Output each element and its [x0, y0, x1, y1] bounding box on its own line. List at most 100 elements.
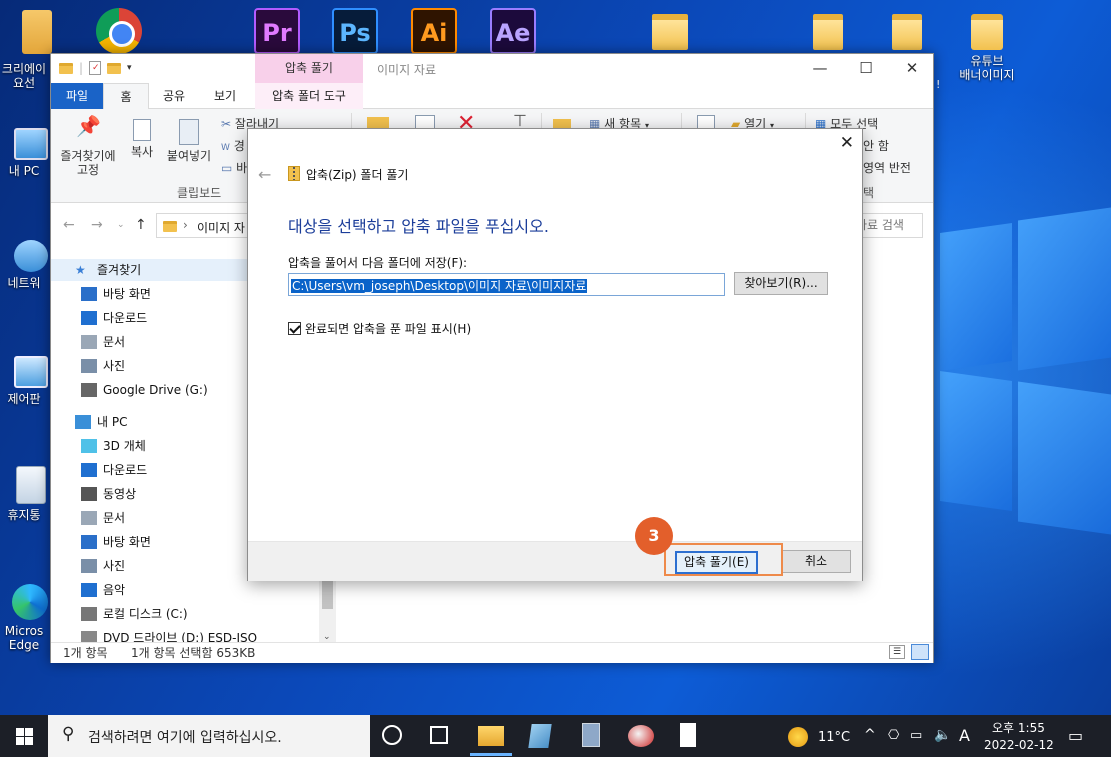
clipboard-group-label: 클립보드	[177, 186, 222, 200]
close-icon[interactable]: ✕	[840, 133, 854, 153]
paste-button[interactable]: 붙여넣기	[163, 119, 215, 163]
nav-item-label: 다운로드	[103, 311, 148, 325]
recent-chevron-icon[interactable]: ⌄	[117, 220, 125, 230]
3d-objects-icon	[81, 439, 97, 453]
tab-compressed-folder-tools[interactable]: 압축 폴더 도구	[255, 83, 363, 109]
desktop-icon-edge[interactable]: Micros Edge	[0, 584, 54, 652]
large-icons-view-icon[interactable]	[911, 644, 929, 660]
cancel-button[interactable]: 취소	[781, 550, 851, 573]
copy-icon	[133, 119, 151, 141]
recycle-bin-icon	[16, 466, 46, 504]
desktop-icon-recycle-bin[interactable]: 휴지통	[0, 466, 54, 522]
details-view-icon[interactable]: ☰	[889, 645, 905, 659]
dialog-heading: 대상을 선택하고 압축 파일을 푸십시오.	[288, 217, 549, 236]
disk-icon	[81, 607, 97, 621]
folder-icon	[971, 14, 1003, 50]
folder-icon[interactable]	[813, 14, 843, 50]
input-method-indicator[interactable]: A	[959, 726, 970, 745]
folder-icon[interactable]	[892, 14, 922, 50]
meet-now-icon[interactable]: ⎔	[888, 728, 899, 743]
properties-icon[interactable]: ✓	[89, 61, 102, 75]
computer-icon	[75, 415, 91, 429]
scroll-down-icon[interactable]: ⌄	[323, 632, 331, 642]
desktop-icon-youtube-banner[interactable]: 유튜브 배너이미지	[947, 14, 1027, 82]
extract-dialog: ✕ ← 압축(Zip) 폴더 풀기 대상을 선택하고 압축 파일을 푸십시오. …	[247, 128, 863, 581]
tab-view[interactable]: 보기	[201, 83, 249, 109]
after-effects-icon[interactable]: Ae	[490, 8, 536, 54]
notepad-taskbar-icon[interactable]	[528, 724, 552, 748]
weather-temperature[interactable]: 11°C	[818, 730, 850, 745]
volume-icon[interactable]: 🔈	[934, 727, 951, 743]
cortana-icon[interactable]	[382, 725, 402, 745]
nav-item-label: 다운로드	[103, 463, 148, 477]
task-view-icon[interactable]	[430, 726, 448, 744]
destination-path-input[interactable]: C:\Users\vm_joseph\Desktop\이미지 자료\이미지자료	[288, 273, 725, 296]
photoshop-icon[interactable]: Ps	[332, 8, 378, 54]
control-panel-icon	[14, 356, 48, 388]
weather-icon[interactable]	[788, 727, 808, 747]
tab-file[interactable]: 파일	[51, 83, 103, 109]
desktop-icon-label: 내 PC	[8, 164, 40, 178]
nav-item-label: 바탕 화면	[103, 535, 151, 549]
select-group-label: 택	[863, 186, 875, 200]
forward-arrow-icon[interactable]: →	[91, 217, 103, 233]
chrome-icon[interactable]	[96, 8, 142, 54]
destination-label: 압축을 풀어서 다음 폴더에 저장(F):	[288, 256, 468, 270]
active-app-indicator	[470, 753, 512, 756]
new-folder-icon[interactable]	[107, 62, 122, 74]
desktop-icon-creator[interactable]: 크리에이 요선	[0, 62, 54, 90]
nav-item-label: 바탕 화면	[103, 287, 151, 301]
pin-to-quick-access-button[interactable]: 📌 즐겨찾기에 고정	[57, 116, 119, 177]
nav-item[interactable]: 음악	[51, 579, 311, 601]
folder-icon[interactable]	[652, 14, 688, 50]
customize-qat-icon[interactable]: ▾	[127, 63, 132, 73]
close-button[interactable]: ✕	[889, 54, 935, 83]
paste-icon	[179, 119, 199, 145]
browse-button[interactable]: 찾아보기(R)...	[734, 272, 828, 295]
illustrator-icon[interactable]: Ai	[411, 8, 457, 54]
invert-selection-button[interactable]: 영역 반전	[863, 159, 911, 176]
user-folder-icon[interactable]	[22, 10, 52, 54]
quick-access-toolbar: | ✓ ▾	[59, 61, 132, 75]
paste-shortcut-button[interactable]: ▭ 바	[221, 159, 247, 176]
desktop-icon-network[interactable]: 네트워	[0, 240, 54, 290]
selection-info: 1개 항목 선택함 653KB	[131, 646, 256, 660]
select-none-label: 안 함	[863, 139, 889, 153]
show-hidden-icons-icon[interactable]: ^	[864, 727, 876, 743]
copy-path-button[interactable]: W 경	[221, 137, 245, 154]
zip-folder-icon	[288, 166, 300, 181]
desktop-icon-my-pc[interactable]: 내 PC	[0, 128, 54, 178]
maximize-button[interactable]: ☐	[843, 54, 889, 83]
calculator-taskbar-icon[interactable]	[582, 723, 600, 747]
clock-time[interactable]: 오후 1:55	[992, 719, 1045, 736]
step-highlight-box	[664, 543, 783, 576]
copy-button[interactable]: 복사	[125, 119, 159, 159]
checkbox-checked-icon[interactable]	[288, 322, 301, 335]
search-icon: ⚲	[62, 724, 75, 744]
nav-item[interactable]: 로컬 디스크 (C:)	[51, 603, 311, 625]
up-arrow-icon[interactable]: ↑	[135, 217, 147, 233]
network-tray-icon[interactable]: ▭	[910, 728, 922, 743]
back-arrow-icon[interactable]: ←	[258, 165, 271, 184]
scissors-icon: ✂	[221, 117, 232, 131]
premiere-icon[interactable]: Pr	[254, 8, 300, 54]
tab-home[interactable]: 홈	[103, 83, 149, 109]
select-none-button[interactable]: 안 함	[863, 137, 889, 154]
minimize-button[interactable]: —	[797, 54, 843, 83]
document-taskbar-icon[interactable]	[680, 723, 696, 747]
clock-date[interactable]: 2022-02-12	[984, 738, 1054, 752]
item-count: 1개 항목	[63, 646, 108, 660]
file-explorer-taskbar-icon[interactable]	[478, 726, 504, 746]
back-arrow-icon[interactable]: ←	[63, 217, 75, 233]
breadcrumb[interactable]: 이미지 자	[197, 219, 245, 236]
taskbar-search[interactable]: ⚲ 검색하려면 여기에 입력하십시오.	[48, 715, 370, 757]
copy-path-label: 경	[233, 139, 245, 153]
address-bar[interactable]: › 이미지 자	[156, 213, 256, 238]
desktop-icon	[81, 535, 97, 549]
start-button[interactable]	[0, 715, 48, 757]
tab-share[interactable]: 공유	[151, 83, 197, 109]
show-files-checkbox[interactable]: 완료되면 압축을 푼 파일 표시(H)	[288, 320, 471, 337]
desktop-icon-control-panel[interactable]: 제어판	[0, 356, 54, 406]
paint-taskbar-icon[interactable]	[628, 725, 654, 747]
notification-icon[interactable]: ▭	[1068, 726, 1083, 745]
